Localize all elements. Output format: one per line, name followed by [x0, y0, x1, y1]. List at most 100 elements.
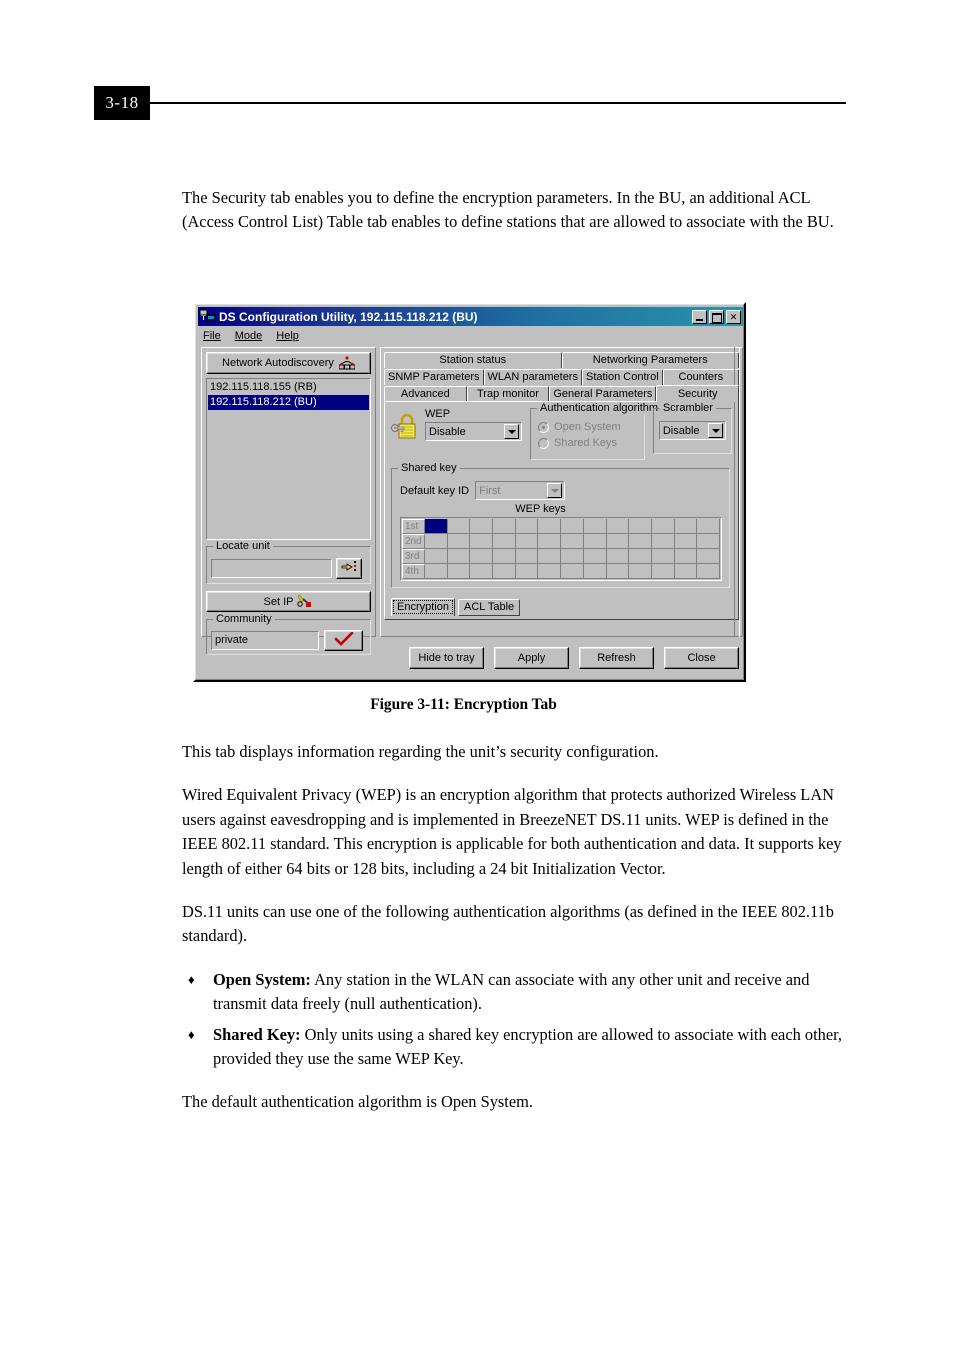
tab-security[interactable]: Security — [656, 385, 740, 402]
wep-key-cell[interactable] — [629, 564, 652, 579]
wep-key-cell[interactable] — [606, 549, 630, 564]
window-titlebar[interactable]: DS Configuration Utility, 192.115.118.21… — [198, 307, 743, 326]
wep-key-cell[interactable] — [447, 564, 471, 579]
menu-item-mode[interactable]: Mode — [235, 330, 263, 342]
wep-key-cell[interactable] — [515, 549, 539, 564]
radio-shared-keys[interactable]: Shared Keys — [538, 435, 639, 451]
wep-key-cell[interactable] — [606, 534, 630, 549]
wep-key-cell[interactable] — [697, 564, 720, 579]
wep-key-cell[interactable] — [515, 519, 539, 534]
wep-key-cell[interactable] — [606, 564, 630, 579]
tab-general-parameters[interactable]: General Parameters — [549, 386, 657, 402]
minimize-button[interactable] — [692, 309, 707, 324]
wep-key-cell[interactable] — [425, 549, 448, 564]
wep-key-cell[interactable] — [651, 519, 675, 534]
wep-key-cell[interactable] — [425, 564, 448, 579]
tab-station-status[interactable]: Station status — [384, 352, 562, 368]
wep-key-cell[interactable] — [697, 549, 720, 564]
locate-unit-input[interactable] — [211, 559, 332, 578]
hide-to-tray-button[interactable]: Hide to tray — [409, 647, 484, 669]
close-button[interactable]: ✕ — [726, 309, 741, 324]
wep-key-cell[interactable] — [583, 549, 607, 564]
set-ip-button[interactable]: Set IP — [206, 591, 371, 612]
wep-key-cell[interactable] — [651, 549, 675, 564]
wep-key-cell[interactable] — [470, 534, 494, 549]
default-key-id-select[interactable]: First — [475, 481, 566, 500]
locate-unit-group: Locate unit — [206, 540, 371, 584]
wep-key-cell[interactable] — [470, 519, 494, 534]
wep-key-cell[interactable] — [470, 549, 494, 564]
chevron-down-icon[interactable] — [708, 423, 724, 438]
sub-tab-acl-table[interactable]: ACL Table — [457, 599, 521, 616]
wep-key-cell[interactable] — [606, 519, 630, 534]
wep-key-cell[interactable] — [561, 549, 584, 564]
refresh-button[interactable]: Refresh — [579, 647, 654, 669]
wep-key-cell[interactable] — [493, 519, 516, 534]
wep-key-cell[interactable] — [674, 564, 698, 579]
wep-key-cell[interactable] — [515, 534, 539, 549]
wep-key-cell[interactable] — [561, 564, 584, 579]
wep-keys-grid[interactable]: 1st 2nd 3rd 4th — [400, 517, 722, 581]
wep-key-cell[interactable] — [583, 534, 607, 549]
radio-open-system[interactable]: Open System — [538, 419, 639, 435]
wep-key-cell[interactable] — [538, 534, 562, 549]
wep-key-cell[interactable] — [674, 519, 698, 534]
sub-tab-encryption[interactable]: Encryption — [391, 598, 455, 616]
wep-key-cell[interactable] — [674, 534, 698, 549]
wep-key-cell[interactable] — [583, 564, 607, 579]
wep-key-cell[interactable] — [447, 549, 471, 564]
tab-station-control[interactable]: Station Control — [581, 369, 663, 385]
chevron-down-icon[interactable] — [504, 424, 520, 439]
community-apply-button[interactable] — [324, 630, 363, 651]
tab-networking-parameters[interactable]: Networking Parameters — [561, 352, 739, 368]
tab-advanced[interactable]: Advanced — [384, 386, 467, 402]
menu-file-label: File — [203, 330, 221, 342]
radio-open-system-indicator[interactable] — [538, 421, 550, 433]
tab-counters[interactable]: Counters — [662, 369, 739, 385]
close-action-button[interactable]: Close — [664, 647, 739, 669]
radio-shared-keys-indicator[interactable] — [538, 437, 550, 449]
wep-key-cell[interactable] — [651, 534, 675, 549]
wep-key-cell[interactable] — [697, 534, 720, 549]
menu-item-file[interactable]: File — [203, 330, 221, 342]
wep-key-cell[interactable] — [425, 534, 448, 549]
wep-key-cell[interactable] — [538, 519, 562, 534]
wep-key-cell[interactable] — [651, 564, 675, 579]
tab-trap-monitor[interactable]: Trap monitor — [466, 386, 550, 402]
wep-key-cell[interactable] — [493, 534, 516, 549]
wep-key-cell[interactable] — [447, 519, 471, 534]
wep-key-cell[interactable] — [493, 564, 516, 579]
maximize-button[interactable] — [709, 309, 724, 324]
wep-select[interactable]: Disable — [425, 422, 523, 441]
station-list-item-selected[interactable]: 192.115.118.212 (BU) — [208, 395, 369, 410]
wep-key-cell[interactable] — [629, 534, 652, 549]
wep-key-cell[interactable] — [493, 549, 516, 564]
wep-key-cell[interactable] — [538, 549, 562, 564]
tab-snmp-parameters[interactable]: SNMP Parameters — [384, 369, 484, 385]
network-autodiscovery-button[interactable]: Network Autodiscovery — [206, 352, 371, 374]
wep-key-cell[interactable] — [629, 519, 652, 534]
wep-key-cell[interactable] — [515, 564, 539, 579]
wep-key-cell[interactable] — [538, 564, 562, 579]
chevron-down-icon[interactable] — [547, 483, 563, 498]
scrambler-select[interactable]: Disable — [658, 421, 727, 440]
wep-field-block: WEP Disable — [425, 408, 523, 441]
wep-key-cell[interactable] — [674, 549, 698, 564]
wep-key-cell[interactable] — [425, 519, 448, 534]
menu-item-help[interactable]: Help — [276, 330, 299, 342]
default-key-id-label: Default key ID — [400, 484, 470, 497]
tab-wlan-parameters[interactable]: WLAN parameters — [483, 369, 582, 385]
wep-key-cell[interactable] — [561, 534, 584, 549]
wep-key-cell[interactable] — [470, 564, 494, 579]
wep-key-cell[interactable] — [629, 549, 652, 564]
wep-keys-row: 3rd — [402, 549, 720, 564]
locate-unit-button[interactable] — [336, 558, 362, 579]
wep-key-cell[interactable] — [583, 519, 607, 534]
wep-key-cell[interactable] — [447, 534, 471, 549]
wep-key-cell[interactable] — [561, 519, 584, 534]
station-list[interactable]: 192.115.118.155 (RB) 192.115.118.212 (BU… — [206, 378, 371, 540]
station-list-item[interactable]: 192.115.118.155 (RB) — [208, 380, 369, 395]
apply-button[interactable]: Apply — [494, 647, 569, 669]
community-input[interactable]: private — [211, 631, 319, 650]
wep-key-cell[interactable] — [697, 519, 720, 534]
